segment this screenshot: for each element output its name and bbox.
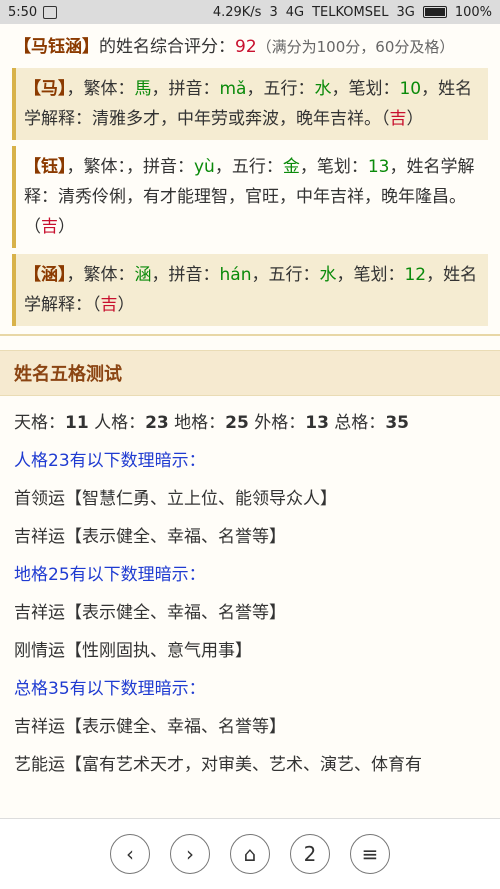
list-item: 总格35有以下数理暗示： [14, 679, 206, 699]
carrier-name: TELKOMSEL [312, 4, 389, 20]
char-luck: 吉 [389, 109, 407, 129]
browser-toolbar: ‹ › ⌂ 2 ≡ [0, 818, 500, 889]
zong-value: 35 [385, 413, 409, 433]
battery-icon [422, 6, 447, 18]
char-pinyin: yù [194, 157, 215, 177]
ren-value: 23 [145, 413, 169, 433]
scroll-fade [0, 789, 500, 819]
char-name: 马 [41, 79, 58, 99]
di-value: 25 [225, 413, 249, 433]
list-item: 艺能运【富有艺术天才，对审美、艺术、演艺、体育有 [14, 755, 422, 775]
char-pinyin: hán [219, 265, 252, 285]
char-traditional: 涵 [134, 265, 152, 285]
char-traditional: 馬 [134, 79, 152, 99]
full-name: 马钰涵 [31, 37, 82, 57]
char-pinyin: mǎ [219, 79, 247, 99]
list-item: 刚情运【性刚固执、意气用事】 [14, 641, 252, 661]
score-note: （满分为100分，60分及格） [256, 38, 455, 56]
back-button[interactable]: ‹ [110, 834, 150, 874]
char-wuxing: 金 [282, 157, 300, 177]
main-content: 【马钰涵】的姓名综合评分：92（满分为100分，60分及格） 【马】，繁体：馬，… [0, 24, 500, 792]
section-title: 姓名五格测试 [0, 350, 500, 396]
list-item: 首领运【智慧仁勇、立上位、能领导众人】 [14, 489, 337, 509]
list-item: 吉祥运【表示健全、幸福、名誉等】 [14, 717, 286, 737]
character-block-ma: 【马】，繁体：馬，拼音：mǎ，五行：水，笔划：10，姓名学解释：清雅多才，中年劳… [12, 68, 488, 140]
char-wuxing: 水 [314, 79, 332, 99]
status-bar: 5:50 4.29K/s 3 4G TELKOMSEL 3G 100% [0, 0, 500, 24]
char-explain: 清雅多才，中年劳或奔波，晚年吉祥。 [92, 109, 381, 129]
menu-icon: ≡ [361, 842, 379, 866]
score-summary: 【马钰涵】的姓名综合评分：92（满分为100分，60分及格） [0, 24, 500, 68]
home-button[interactable]: ⌂ [230, 834, 270, 874]
score-label: 的姓名综合评分： [99, 37, 235, 57]
home-icon: ⌂ [243, 842, 257, 866]
char-explain: 清秀伶俐，有才能理智，官旺，中年吉祥，晚年隆昌。 [58, 187, 466, 207]
list-item: 吉祥运【表示健全、幸福、名誉等】 [14, 527, 286, 547]
char-name: 钰 [41, 157, 58, 177]
menu-button[interactable]: ≡ [350, 834, 390, 874]
tabs-button[interactable]: 2 [290, 834, 330, 874]
char-name: 涵 [41, 265, 58, 285]
char-strokes: 10 [399, 79, 422, 99]
char-wuxing: 水 [319, 265, 337, 285]
status-time: 5:50 [8, 4, 38, 20]
back-icon: ‹ [126, 842, 134, 866]
name-bracket-close: 】 [82, 37, 99, 57]
wuge-summary: 天格：11 人格：23 地格：25 外格：13 总格：35 [14, 413, 409, 433]
char-strokes: 13 [367, 157, 390, 177]
network-type-2: 3G [396, 4, 415, 20]
forward-icon: › [186, 842, 194, 866]
section-divider [0, 334, 500, 336]
forward-button[interactable]: › [170, 834, 210, 874]
char-luck: 吉 [100, 295, 118, 315]
list-item: 吉祥运【表示健全、幸福、名誉等】 [14, 603, 286, 623]
battery-level: 100% [454, 4, 492, 20]
character-block-han: 【涵】，繁体：涵，拼音：hán，五行：水，笔划：12，姓名学解释：（吉） [12, 254, 488, 326]
name-bracket-open: 【 [14, 37, 31, 57]
tab-count: 2 [303, 842, 317, 866]
tian-value: 11 [65, 413, 89, 433]
wuge-results: 天格：11 人格：23 地格：25 外格：13 总格：35 人格23有以下数理暗… [0, 396, 500, 792]
network-speed: 4.29K/s [212, 4, 262, 20]
char-luck: 吉 [41, 217, 58, 237]
sim-slot: 3 [269, 4, 278, 20]
network-type-1: 4G [285, 4, 305, 20]
list-item: 人格23有以下数理暗示： [14, 451, 206, 471]
wai-value: 13 [305, 413, 329, 433]
char-strokes: 12 [404, 265, 427, 285]
list-item: 地格25有以下数理暗示： [14, 565, 206, 585]
score-value: 92 [235, 37, 257, 57]
message-icon [43, 5, 58, 19]
character-block-yu: 【钰】，繁体：，拼音：yù，五行：金，笔划：13，姓名学解释：清秀伶俐，有才能理… [12, 146, 488, 248]
